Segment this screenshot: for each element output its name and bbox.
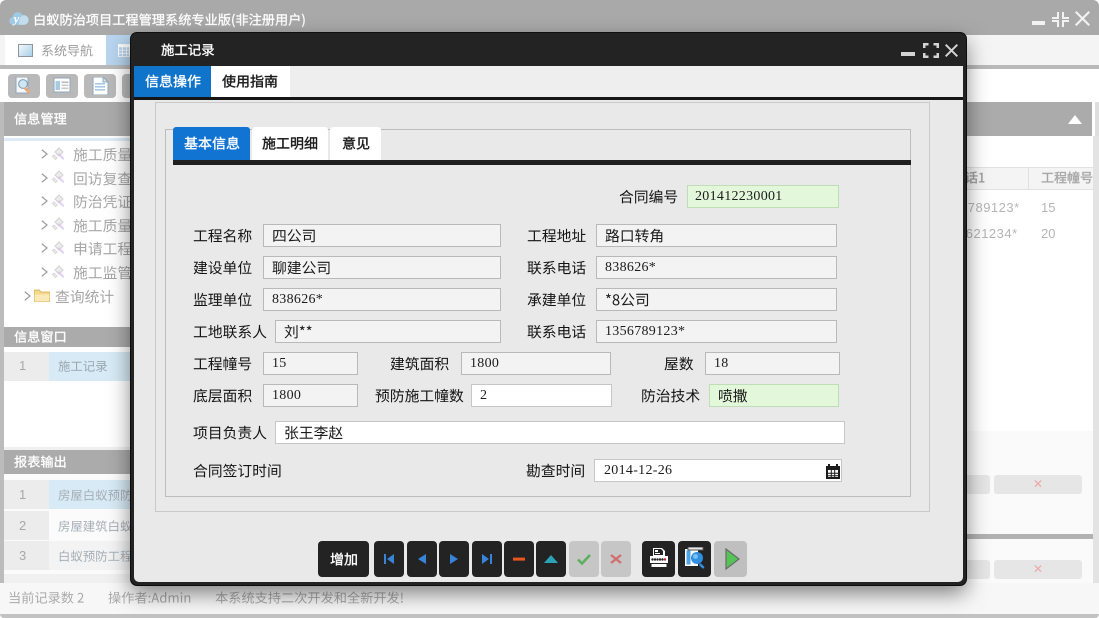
svg-text:y: y [12,12,20,26]
